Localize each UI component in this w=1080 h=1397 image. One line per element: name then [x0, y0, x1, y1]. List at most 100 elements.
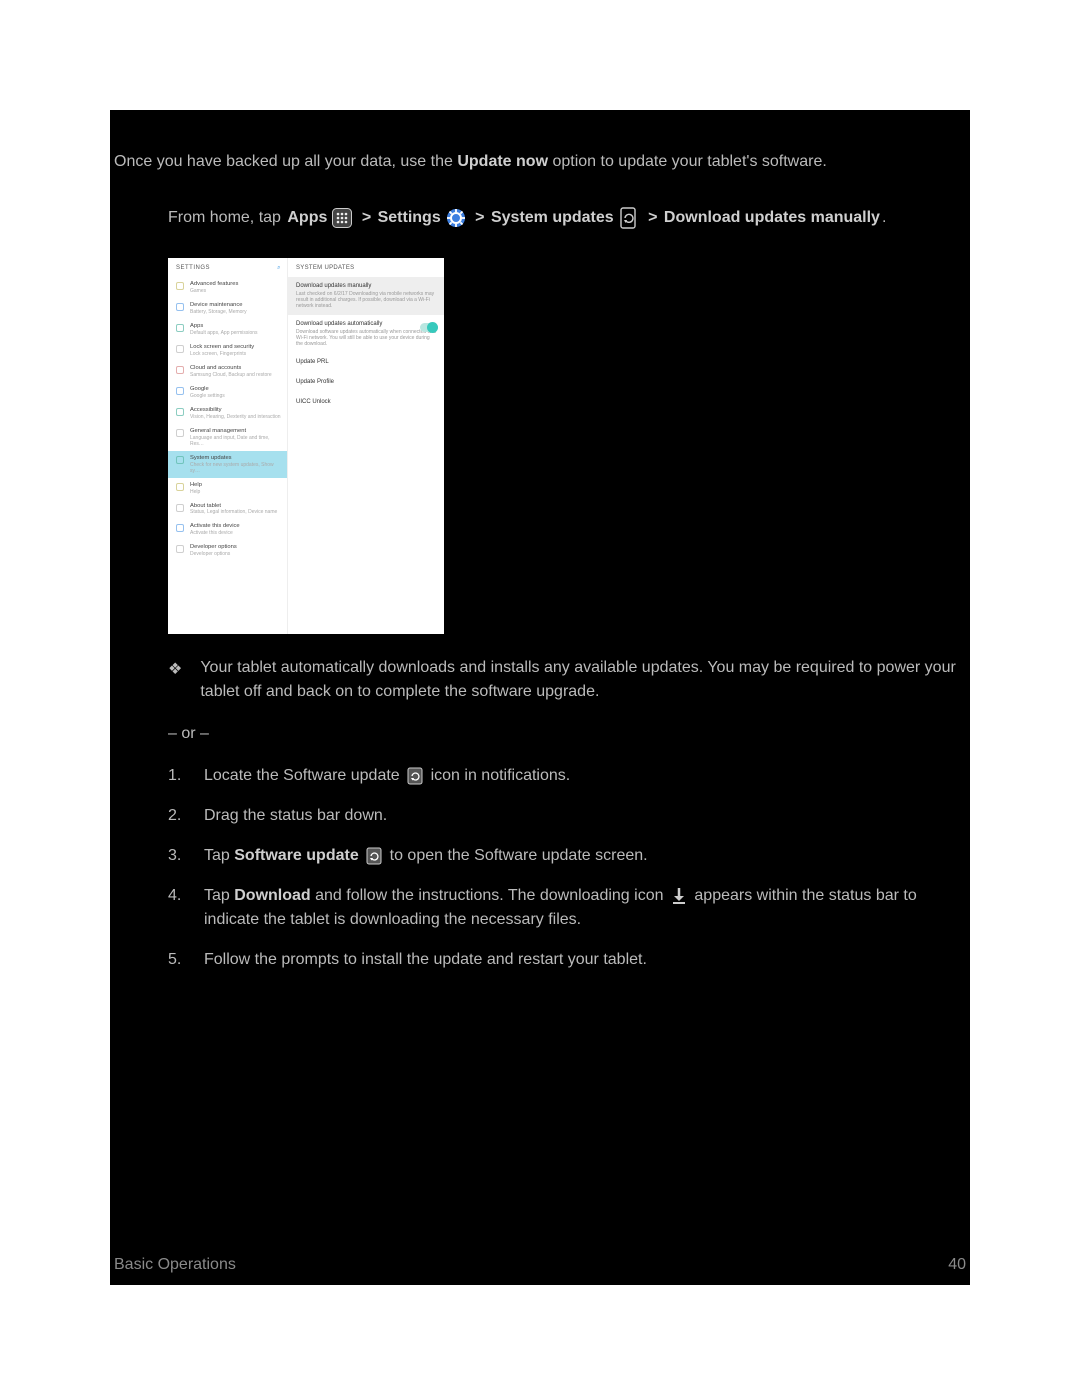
settings-item-title: General management	[190, 428, 283, 435]
step-2: Drag the status bar down.	[168, 804, 970, 828]
result-bullet-text: Your tablet automatically downloads and …	[200, 656, 970, 704]
software-update-icon	[366, 847, 382, 865]
step-5-text: Follow the prompts to install the update…	[204, 948, 970, 972]
settings-item-title: Accessibility	[190, 407, 281, 414]
screenshot-update-option: Download updates automaticallyDownload s…	[288, 315, 444, 353]
screenshot-left-pane: SETTINGS ⌕ Advanced featuresGamesDevice …	[168, 258, 288, 634]
update-option-title: Update PRL	[296, 358, 436, 367]
settings-item-icon	[176, 366, 184, 374]
settings-item-subtitle: Activate this device	[190, 530, 240, 536]
screenshot-left-header: SETTINGS ⌕	[168, 258, 287, 277]
settings-item-icon	[176, 456, 184, 464]
screenshot-update-option: Download updates manuallyLast checked on…	[288, 277, 444, 315]
settings-item-title: Google	[190, 386, 225, 393]
settings-item-icon	[176, 524, 184, 532]
step-4-pre: Tap	[204, 887, 234, 904]
step-5: Follow the prompts to install the update…	[168, 948, 970, 972]
nav-from-home: From home, tap	[168, 206, 285, 230]
step-1: Locate the Software update icon in notif…	[168, 764, 970, 788]
download-arrow-icon	[671, 887, 687, 905]
intro-bold: Update now	[457, 153, 548, 170]
screenshot-settings-item: About tabletStatus, Legal information, D…	[168, 499, 287, 520]
page-footer: Basic Operations 40	[114, 1253, 966, 1277]
settings-item-title: Activate this device	[190, 523, 240, 530]
diamond-bullet-icon: ❖	[168, 658, 182, 704]
software-update-icon	[407, 767, 423, 785]
settings-item-icon	[176, 282, 184, 290]
settings-item-title: Cloud and accounts	[190, 365, 272, 372]
step-3-post: to open the Software update screen.	[390, 847, 648, 864]
settings-item-subtitle: Lock screen, Fingerprints	[190, 351, 254, 357]
toggle-switch-icon	[420, 323, 438, 332]
step-4: Tap Download and follow the instructions…	[168, 884, 970, 932]
settings-item-icon	[176, 408, 184, 416]
update-option-subtitle: Last checked on 6/2/17 Downloading via m…	[296, 291, 436, 309]
screenshot-left-title: SETTINGS	[176, 264, 210, 273]
navigation-path: From home, tap Apps > Settings	[168, 206, 970, 230]
settings-item-subtitle: Developer options	[190, 551, 237, 557]
settings-gear-icon	[446, 208, 466, 228]
settings-item-subtitle: Help	[190, 489, 202, 495]
step-2-text: Drag the status bar down.	[204, 804, 970, 828]
settings-item-icon	[176, 303, 184, 311]
update-option-title: Update Profile	[296, 378, 436, 387]
screenshot-settings-item: HelpHelp	[168, 478, 287, 499]
nav-download-updates-manually: Download updates manually	[664, 206, 880, 230]
screenshot-settings-item: Cloud and accountsSamsung Cloud, Backup …	[168, 361, 287, 382]
nav-sep3: >	[644, 206, 662, 230]
footer-page-number: 40	[948, 1253, 966, 1277]
intro-paragraph: Once you have backed up all your data, u…	[114, 150, 970, 174]
step-3-bold: Software update	[234, 847, 358, 864]
update-option-title: UICC Unlock	[296, 398, 436, 407]
settings-item-title: Developer options	[190, 544, 237, 551]
nav-sep1: >	[357, 206, 375, 230]
settings-item-icon	[176, 545, 184, 553]
settings-item-title: Device maintenance	[190, 302, 247, 309]
document-page: Once you have backed up all your data, u…	[110, 110, 970, 1285]
step-4-mid: and follow the instructions. The downloa…	[311, 887, 668, 904]
screenshot-right-header: SYSTEM UPDATES	[288, 258, 444, 277]
nav-settings: Settings	[378, 206, 441, 230]
settings-item-icon	[176, 504, 184, 512]
settings-item-title: Lock screen and security	[190, 344, 254, 351]
screenshot-right-pane: SYSTEM UPDATES Download updates manually…	[288, 258, 444, 634]
step-1-pre: Locate the Software update	[204, 767, 404, 784]
settings-item-title: Advanced features	[190, 281, 238, 288]
update-option-title: Download updates manually	[296, 282, 436, 291]
settings-item-subtitle: Vision, Hearing, Dexterity and interacti…	[190, 414, 281, 420]
nav-sep2: >	[471, 206, 489, 230]
result-bullet: ❖ Your tablet automatically downloads an…	[168, 656, 970, 704]
screenshot-settings-item: AppsDefault apps, App permissions	[168, 319, 287, 340]
system-updates-refresh-icon	[619, 207, 639, 229]
screenshot-settings-item: Advanced featuresGames	[168, 277, 287, 298]
settings-item-title: Help	[190, 482, 202, 489]
settings-item-subtitle: Status, Legal information, Device name	[190, 509, 277, 515]
intro-pre: Once you have backed up all your data, u…	[114, 153, 457, 170]
settings-item-icon	[176, 429, 184, 437]
settings-item-subtitle: Games	[190, 288, 238, 294]
settings-item-icon	[176, 345, 184, 353]
nav-period: .	[882, 206, 886, 230]
or-divider: – or –	[168, 722, 970, 746]
screenshot-settings-item: Activate this deviceActivate this device	[168, 519, 287, 540]
screenshot-settings-item: GoogleGoogle settings	[168, 382, 287, 403]
settings-item-icon	[176, 387, 184, 395]
intro-post: option to update your tablet's software.	[548, 153, 827, 170]
apps-grid-icon	[332, 208, 352, 228]
settings-item-subtitle: Default apps, App permissions	[190, 330, 258, 336]
footer-section: Basic Operations	[114, 1253, 236, 1277]
nav-apps: Apps	[287, 206, 327, 230]
step-1-post: icon in notifications.	[431, 767, 571, 784]
screenshot-update-option: Update Profile	[288, 373, 444, 393]
settings-item-subtitle: Google settings	[190, 393, 225, 399]
step-4-bold: Download	[234, 887, 310, 904]
settings-item-title: Apps	[190, 323, 258, 330]
settings-item-title: About tablet	[190, 503, 277, 510]
screenshot-settings-item: Device maintenanceBattery, Storage, Memo…	[168, 298, 287, 319]
step-3-pre: Tap	[204, 847, 234, 864]
update-option-subtitle: Download software updates automatically …	[296, 329, 436, 347]
screenshot-settings-item: General managementLanguage and input, Da…	[168, 424, 287, 451]
steps-list: Locate the Software update icon in notif…	[168, 764, 970, 972]
settings-item-subtitle: Language and input, Date and time, Res…	[190, 435, 283, 447]
update-option-title: Download updates automatically	[296, 320, 436, 329]
